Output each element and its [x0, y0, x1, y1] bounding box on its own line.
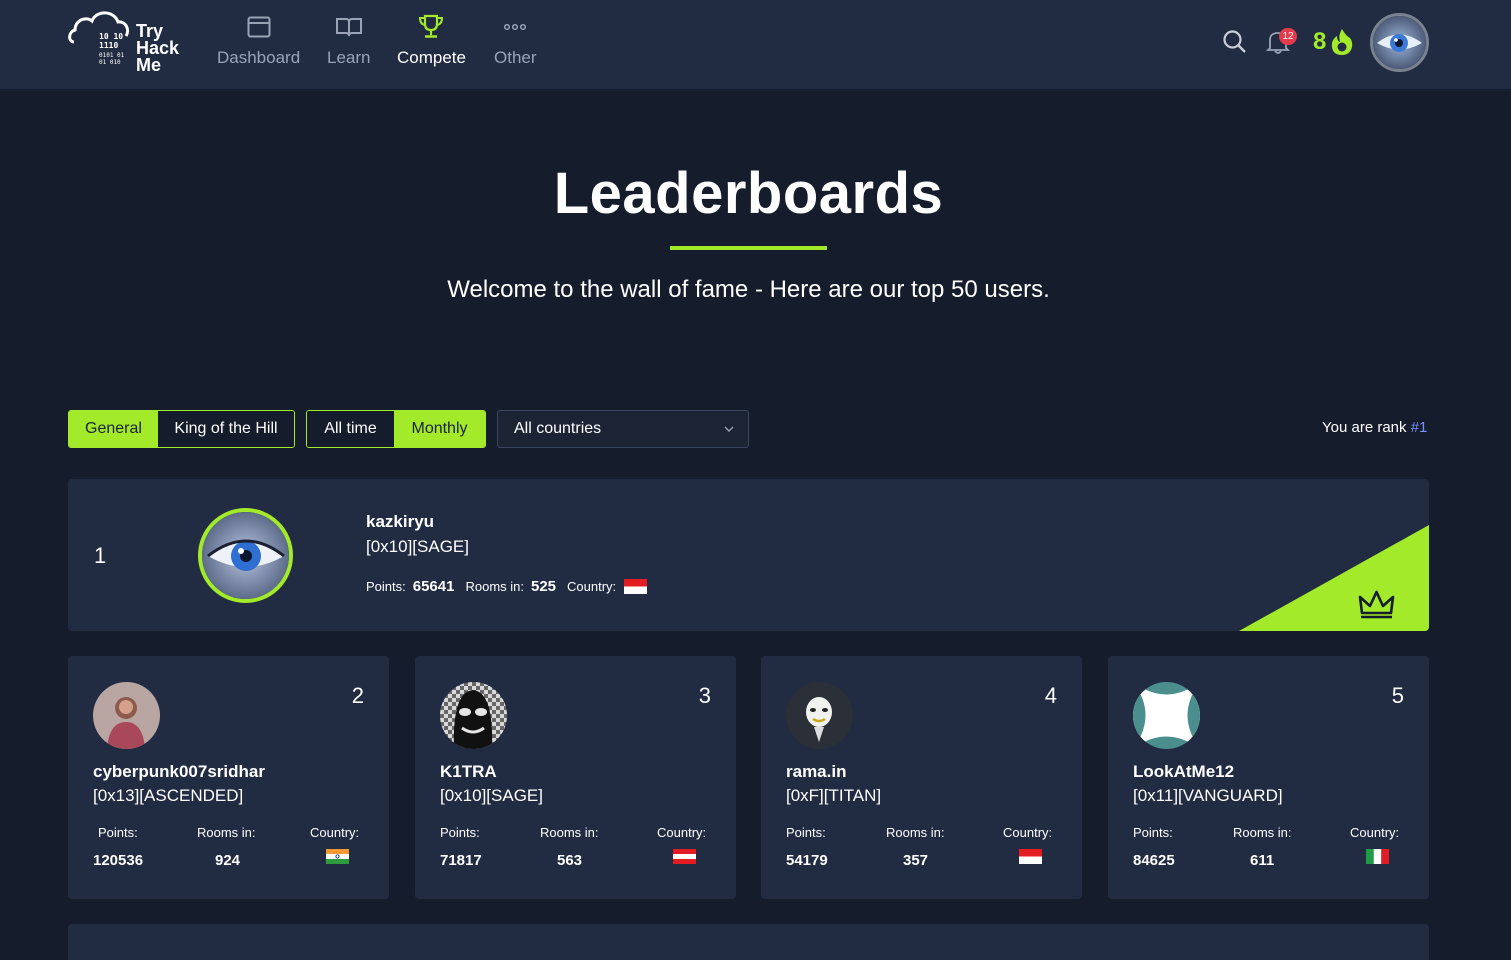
- country-label: Country:: [310, 825, 360, 840]
- title-underline: [670, 246, 827, 250]
- cloud-logo-icon: 10 10 1110 0101 01 01 010: [68, 11, 130, 66]
- tab-monthly[interactable]: Monthly: [394, 411, 485, 447]
- country-label: Country:: [567, 579, 617, 594]
- country-flag-icon: [673, 849, 696, 864]
- points-label: Points:: [786, 825, 826, 840]
- leader-stats: Points: 65641 Rooms in: 525 Country:: [366, 578, 648, 595]
- nav-compete[interactable]: Compete: [397, 12, 466, 68]
- leader-username[interactable]: kazkiryu: [366, 512, 434, 532]
- points-value: 65641: [412, 578, 455, 595]
- leader-card[interactable]: 1 kazkiryu [0x10][SAGE] Points: 65641 Ro…: [68, 479, 1429, 631]
- more-icon: [503, 12, 527, 42]
- top-navbar: 10 10 1110 0101 01 01 010 Try Hack Me Da…: [0, 0, 1511, 89]
- rank-number: 2: [351, 683, 364, 708]
- leader-title: [0x10][SAGE]: [366, 537, 469, 556]
- rank-number: 3: [698, 683, 711, 708]
- svg-text:10 10: 10 10: [99, 32, 123, 41]
- rooms-value: 924: [215, 852, 241, 869]
- runner-avatar[interactable]: [786, 682, 853, 749]
- trophy-icon: [417, 12, 445, 42]
- flame-icon: [1332, 29, 1353, 55]
- nav-learn[interactable]: Learn: [327, 12, 370, 68]
- country-select[interactable]: All countries: [497, 410, 749, 448]
- notification-badge: 12: [1279, 28, 1297, 45]
- rooms-label: Rooms in:: [197, 825, 256, 840]
- country-flag-icon: [1019, 849, 1042, 864]
- period-toggle: All time Monthly: [306, 410, 486, 448]
- points-value: 120536: [93, 852, 144, 869]
- rooms-value: 357: [903, 852, 929, 869]
- rooms-label: Rooms in:: [1233, 825, 1292, 840]
- points-label: Points:: [366, 579, 406, 594]
- tryhackme-logo[interactable]: 10 10 1110 0101 01 01 010 Try Hack Me: [66, 6, 190, 76]
- country-flag-icon: [1366, 849, 1389, 864]
- points-label: Points:: [1133, 825, 1173, 840]
- runner-card-3[interactable]: 3 K1TRA [0x10][SAGE] Points: Rooms in: C…: [415, 656, 736, 899]
- runner-card-next: [68, 924, 1429, 960]
- country-flag-icon: [326, 849, 349, 864]
- leaderboard-type-toggle: General King of the Hill: [68, 410, 295, 448]
- svg-text:0101 01: 0101 01: [99, 52, 125, 59]
- rank-number: 5: [1391, 683, 1404, 708]
- logo-wordmark: Try Hack Me: [136, 21, 180, 75]
- runner-username[interactable]: cyberpunk007sridhar: [93, 762, 265, 782]
- nav-dashboard[interactable]: Dashboard: [217, 12, 300, 68]
- runner-username[interactable]: rama.in: [786, 762, 846, 782]
- runner-avatar[interactable]: [1133, 682, 1200, 749]
- search-icon[interactable]: [1222, 29, 1248, 60]
- points-label: Points:: [98, 825, 138, 840]
- svg-text:1110: 1110: [99, 41, 118, 50]
- points-value: 54179: [786, 852, 828, 869]
- rooms-label: Rooms in:: [465, 579, 524, 594]
- nav-other[interactable]: Other: [494, 12, 537, 68]
- page-subtitle: Welcome to the wall of fame - Here are o…: [447, 276, 1050, 303]
- tab-king-of-the-hill[interactable]: King of the Hill: [158, 411, 294, 447]
- svg-text:01 010: 01 010: [99, 59, 121, 66]
- dashboard-icon: [247, 12, 271, 42]
- page-title: Leaderboards: [553, 161, 944, 226]
- country-flag-icon: [624, 579, 648, 594]
- points-value: 84625: [1133, 852, 1175, 869]
- rooms-value: 611: [1250, 852, 1275, 869]
- runner-card-4[interactable]: 4 rama.in [0xF][TITAN] Points: Rooms in:…: [761, 656, 1082, 899]
- book-icon: [335, 12, 363, 42]
- runner-avatar[interactable]: [440, 682, 507, 749]
- tab-all-time[interactable]: All time: [307, 411, 394, 447]
- runner-title: [0x13][ASCENDED]: [93, 786, 244, 805]
- rooms-label: Rooms in:: [886, 825, 945, 840]
- country-label: Country:: [1003, 825, 1053, 840]
- runner-title: [0x11][VANGUARD]: [1133, 786, 1283, 805]
- runner-username[interactable]: LookAtMe12: [1133, 762, 1234, 782]
- points-value: 71817: [440, 852, 482, 869]
- runner-avatar[interactable]: [93, 682, 160, 749]
- runner-username[interactable]: K1TRA: [440, 762, 497, 782]
- rank-number: 4: [1044, 683, 1057, 708]
- leader-avatar[interactable]: [198, 508, 293, 603]
- user-rank: You are rank #1: [1322, 419, 1428, 436]
- streak-counter[interactable]: 8: [1313, 28, 1354, 56]
- rooms-label: Rooms in:: [540, 825, 599, 840]
- country-label: Country:: [1350, 825, 1400, 840]
- runner-title: [0x10][SAGE]: [440, 786, 543, 805]
- chevron-down-icon: [724, 426, 734, 432]
- crown-badge: [1239, 525, 1429, 631]
- rooms-value: 563: [557, 852, 583, 869]
- points-label: Points:: [440, 825, 480, 840]
- runner-title: [0xF][TITAN]: [786, 786, 882, 805]
- runner-card-5[interactable]: 5 LookAtMe12 [0x11][VANGUARD] Points: Ro…: [1108, 656, 1429, 899]
- country-label: Country:: [657, 825, 707, 840]
- rank-number: 1: [94, 543, 107, 568]
- runner-card-2[interactable]: 2 cyberpunk007sridhar [0x13][ASCENDED] P…: [68, 656, 389, 899]
- rooms-value: 525: [531, 578, 557, 595]
- user-rank-link[interactable]: #1: [1411, 419, 1428, 436]
- user-avatar[interactable]: [1370, 13, 1429, 72]
- tab-general[interactable]: General: [69, 411, 158, 447]
